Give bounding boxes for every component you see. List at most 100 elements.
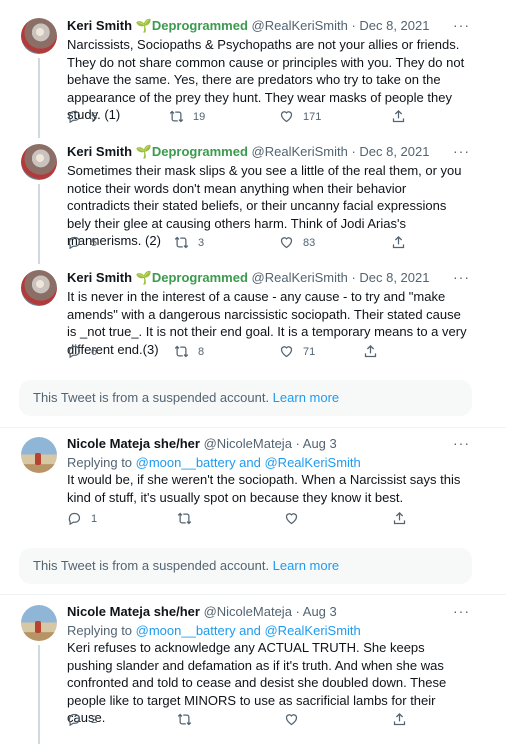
more-options-icon[interactable]: ··· [453,269,470,285]
avatar[interactable] [21,605,57,641]
share-icon [391,109,406,124]
reply-button[interactable]: 5 [67,235,97,250]
tweet-header: Nicole Mateja she/her @NicoleMateja · Au… [67,436,337,452]
more-options-icon[interactable]: ··· [453,435,470,451]
divider [0,427,506,428]
avatar[interactable] [21,437,57,473]
heart-icon [279,109,294,124]
profile-badge: 🌱Deprogrammed [135,18,248,33]
avatar[interactable] [21,144,57,180]
tweet-actions: 2 [67,712,427,730]
suspended-tweet-notice: This Tweet is from a suspended account. … [19,380,472,416]
heart-icon [284,511,299,526]
like-count: 171 [303,110,322,123]
share-button[interactable] [391,235,415,250]
tweet-header: Keri Smith 🌱Deprogrammed @RealKeriSmith … [67,270,429,286]
retweet-button[interactable]: 19 [169,109,205,124]
tweet-actions: 6 8 71 [67,344,427,362]
author-name[interactable]: Nicole Mateja she/her [67,436,200,451]
heart-icon [279,235,294,250]
thread-line [38,184,40,264]
author-handle[interactable]: @RealKeriSmith [252,144,348,159]
tweet-date[interactable]: · Aug 3 [296,436,337,451]
author-handle[interactable]: @RealKeriSmith [252,18,348,33]
retweet-count: 3 [198,236,205,249]
more-options-icon[interactable]: ··· [453,17,470,33]
author-name[interactable]: Keri Smith [67,270,132,285]
replying-to: Replying to @moon__battery and @RealKeri… [67,454,361,471]
tweet-date[interactable]: · Dec 8, 2021 [351,144,429,159]
reply-icon [67,712,82,727]
reply-button[interactable]: 5 [67,109,97,124]
reply-count: 1 [91,512,98,525]
like-count: 83 [303,236,316,249]
reply-button[interactable]: 1 [67,511,97,526]
reply-count: 5 [91,110,98,123]
tweet-header: Keri Smith 🌱Deprogrammed @RealKeriSmith … [67,18,429,34]
like-count: 71 [303,345,316,358]
author-name[interactable]: Keri Smith [67,18,132,33]
reply-icon [67,511,82,526]
author-handle[interactable]: @NicoleMateja [204,436,292,451]
share-button[interactable] [392,511,416,526]
replying-users-link[interactable]: @moon__battery and @RealKeriSmith [136,623,361,638]
share-button[interactable] [363,344,387,359]
tweet-actions: 1 [67,511,427,529]
heart-icon [279,344,294,359]
tweet-header: Keri Smith 🌱Deprogrammed @RealKeriSmith … [67,144,429,160]
author-name[interactable]: Nicole Mateja she/her [67,604,200,619]
tweet-actions: 5 3 83 [67,235,427,253]
tweet-text: It would be, if she weren't the sociopat… [67,472,461,505]
retweet-button[interactable]: 8 [174,344,204,359]
like-button[interactable]: 171 [279,109,321,124]
learn-more-link[interactable]: Learn more [273,558,339,573]
divider [0,594,506,595]
like-button[interactable]: 83 [279,235,315,250]
replying-users-link[interactable]: @moon__battery and @RealKeriSmith [136,455,361,470]
like-button[interactable] [284,712,308,727]
tweet-date[interactable]: · Dec 8, 2021 [351,270,429,285]
retweet-button[interactable] [177,712,201,727]
like-button[interactable]: 71 [279,344,315,359]
author-name[interactable]: Keri Smith [67,144,132,159]
retweet-button[interactable]: 3 [174,235,204,250]
tweet-date[interactable]: · Dec 8, 2021 [351,18,429,33]
thread-line [38,58,40,138]
suspended-text: This Tweet is from a suspended account. [33,558,273,573]
like-button[interactable] [284,511,308,526]
avatar[interactable] [21,270,57,306]
replying-prefix: Replying to [67,455,136,470]
retweet-icon [174,235,189,250]
replying-prefix: Replying to [67,623,136,638]
profile-badge: 🌱Deprogrammed [135,270,248,285]
tweet-date[interactable]: · Aug 3 [296,604,337,619]
reply-count: 6 [91,345,98,358]
learn-more-link[interactable]: Learn more [273,390,339,405]
author-handle[interactable]: @NicoleMateja [204,604,292,619]
reply-icon [67,235,82,250]
share-icon [392,712,407,727]
reply-button[interactable]: 6 [67,344,97,359]
retweet-icon [169,109,184,124]
share-button[interactable] [392,712,416,727]
heart-icon [284,712,299,727]
tweet-actions: 5 19 171 [67,109,427,127]
author-handle[interactable]: @RealKeriSmith [252,270,348,285]
retweet-count: 8 [198,345,205,358]
share-icon [391,235,406,250]
reply-count: 2 [91,713,98,726]
retweet-icon [177,712,192,727]
share-icon [392,511,407,526]
replying-to: Replying to @moon__battery and @RealKeri… [67,622,361,639]
tweet-header: Nicole Mateja she/her @NicoleMateja · Au… [67,604,337,620]
reply-icon [67,344,82,359]
retweet-icon [177,511,192,526]
suspended-tweet-notice: This Tweet is from a suspended account. … [19,548,472,584]
retweet-count: 19 [193,110,206,123]
more-options-icon[interactable]: ··· [453,143,470,159]
avatar[interactable] [21,18,57,54]
retweet-button[interactable] [177,511,201,526]
share-button[interactable] [391,109,415,124]
reply-button[interactable]: 2 [67,712,97,727]
more-options-icon[interactable]: ··· [453,603,470,619]
